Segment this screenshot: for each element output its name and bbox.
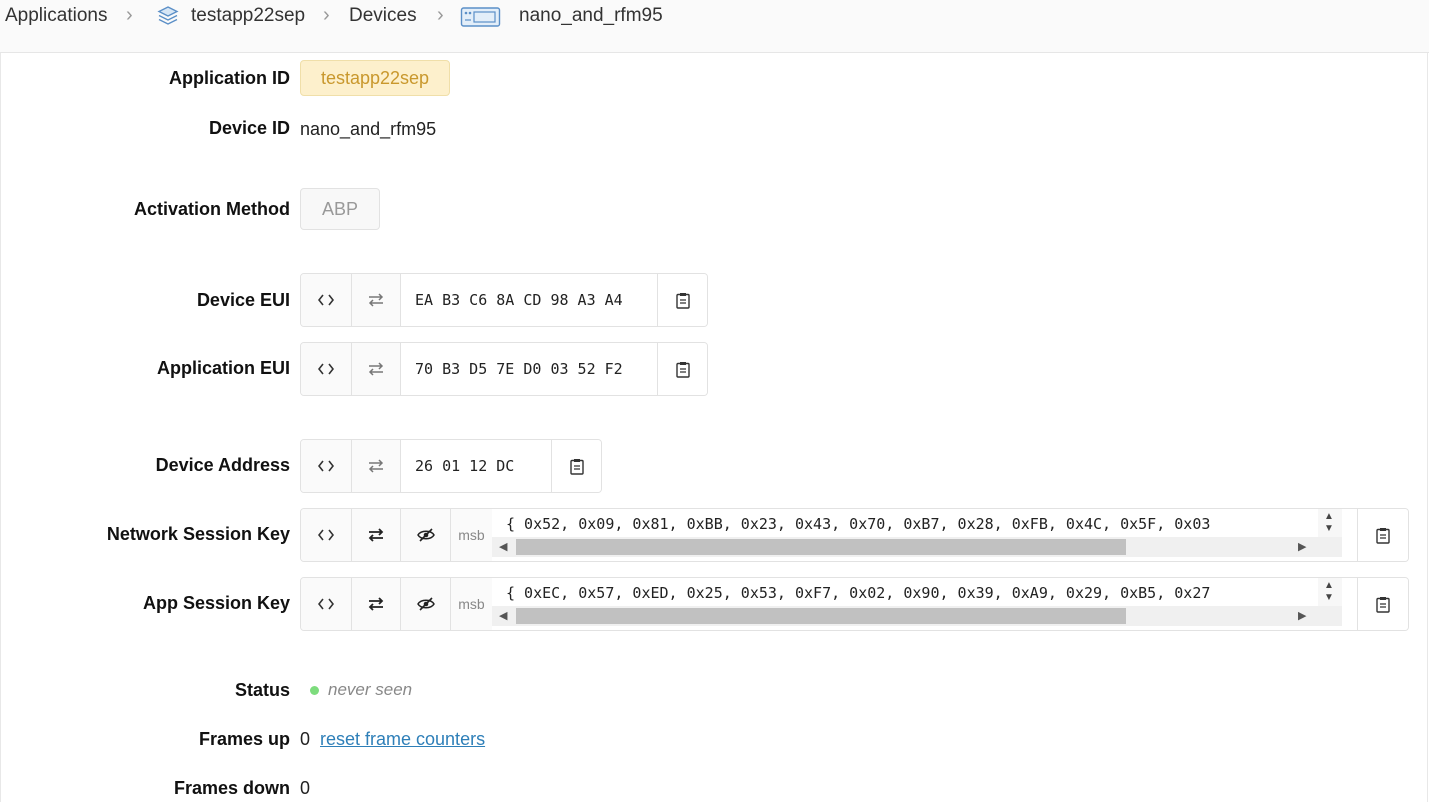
app-session-key-value[interactable]: { 0xEC, 0x57, 0xED, 0x25, 0x53, 0xF7, 0x…	[506, 584, 1210, 602]
device-address-label: Device Address	[155, 455, 290, 475]
network-session-key-field: msb { 0x52, 0x09, 0x81, 0xBB, 0x23, 0x43…	[300, 508, 1409, 562]
breadcrumb-applications[interactable]: Applications	[5, 5, 107, 27]
clipboard-icon[interactable]	[1357, 509, 1408, 561]
reset-frame-counters-link[interactable]: reset frame counters	[320, 729, 485, 750]
frames-down-value: 0	[300, 778, 311, 798]
clipboard-icon[interactable]	[1357, 578, 1408, 630]
status-dot-icon	[310, 686, 319, 695]
breadcrumb: Applications › testapp22sep › Devices › …	[0, 0, 1429, 53]
breadcrumb-separator: ›	[323, 4, 330, 26]
app-session-key-label: App Session Key	[142, 593, 290, 613]
app-session-key-box[interactable]: { 0xEC, 0x57, 0xED, 0x25, 0x53, 0xF7, 0x…	[492, 578, 1342, 630]
clipboard-icon[interactable]	[551, 440, 601, 492]
application-id-label: Application ID	[169, 68, 290, 88]
device-address-value[interactable]: 26 01 12 DC	[401, 440, 514, 492]
status-label: Status	[234, 680, 290, 700]
device-id-label: Device ID	[208, 118, 290, 138]
vertical-scrollbar[interactable]: ▲ ▼	[1318, 509, 1342, 537]
code-brackets-icon[interactable]	[301, 343, 352, 395]
device-id-value: nano_and_rfm95	[300, 119, 437, 139]
breadcrumb-device[interactable]: nano_and_rfm95	[519, 5, 663, 27]
breadcrumb-devices[interactable]: Devices	[349, 5, 417, 27]
swap-arrows-icon[interactable]	[352, 509, 401, 561]
swap-arrows-icon[interactable]	[352, 274, 401, 326]
frames-down-label: Frames down	[173, 778, 290, 798]
application-id-badge: testapp22sep	[300, 60, 450, 96]
application-eui-value[interactable]: 70 B3 D5 7E D0 03 52 F2	[401, 343, 623, 395]
scroll-left-icon[interactable]: ◀	[499, 606, 507, 626]
byte-order-label: msb	[451, 578, 492, 630]
application-eui-field: 70 B3 D5 7E D0 03 52 F2	[300, 342, 708, 396]
swap-arrows-icon[interactable]	[352, 440, 401, 492]
code-brackets-icon[interactable]	[301, 274, 352, 326]
breadcrumb-separator: ›	[437, 4, 444, 26]
device-overview-panel	[0, 53, 1428, 802]
layers-icon	[157, 5, 179, 27]
scroll-right-icon[interactable]: ▶	[1298, 606, 1306, 626]
frames-up-label: Frames up	[198, 729, 290, 749]
swap-arrows-icon[interactable]	[352, 578, 401, 630]
code-brackets-icon[interactable]	[301, 578, 352, 630]
status-value: never seen	[328, 680, 413, 699]
byte-order-label: msb	[451, 509, 492, 561]
code-brackets-icon[interactable]	[301, 440, 352, 492]
frames-up-value: 0	[300, 729, 311, 749]
device-address-field: 26 01 12 DC	[300, 439, 602, 493]
clipboard-icon[interactable]	[657, 274, 707, 326]
clipboard-icon[interactable]	[657, 343, 707, 395]
activation-method-badge: ABP	[300, 188, 380, 230]
device-eui-field: EA B3 C6 8A CD 98 A3 A4	[300, 273, 708, 327]
network-session-key-label: Network Session Key	[106, 524, 290, 544]
app-session-key-field: msb { 0xEC, 0x57, 0xED, 0x25, 0x53, 0xF7…	[300, 577, 1409, 631]
activation-method-label: Activation Method	[134, 199, 290, 219]
network-session-key-box[interactable]: { 0x52, 0x09, 0x81, 0xBB, 0x23, 0x43, 0x…	[492, 509, 1342, 561]
code-brackets-icon[interactable]	[301, 509, 352, 561]
breadcrumb-application[interactable]: testapp22sep	[191, 5, 305, 27]
vertical-scrollbar[interactable]: ▲ ▼	[1318, 578, 1342, 606]
scroll-right-icon[interactable]: ▶	[1298, 537, 1306, 557]
scrollbar-thumb[interactable]	[516, 608, 1126, 624]
horizontal-scrollbar[interactable]: ◀ ▶	[492, 537, 1342, 557]
scrollbar-thumb[interactable]	[516, 539, 1126, 555]
eye-slash-icon[interactable]	[401, 509, 451, 561]
device-board-icon	[460, 5, 501, 29]
device-eui-value[interactable]: EA B3 C6 8A CD 98 A3 A4	[401, 274, 623, 326]
scroll-left-icon[interactable]: ◀	[499, 537, 507, 557]
application-eui-label: Application EUI	[156, 358, 290, 378]
device-eui-label: Device EUI	[196, 290, 290, 310]
network-session-key-value[interactable]: { 0x52, 0x09, 0x81, 0xBB, 0x23, 0x43, 0x…	[506, 515, 1210, 533]
breadcrumb-separator: ›	[126, 4, 133, 26]
horizontal-scrollbar[interactable]: ◀ ▶	[492, 606, 1342, 626]
eye-slash-icon[interactable]	[401, 578, 451, 630]
swap-arrows-icon[interactable]	[352, 343, 401, 395]
